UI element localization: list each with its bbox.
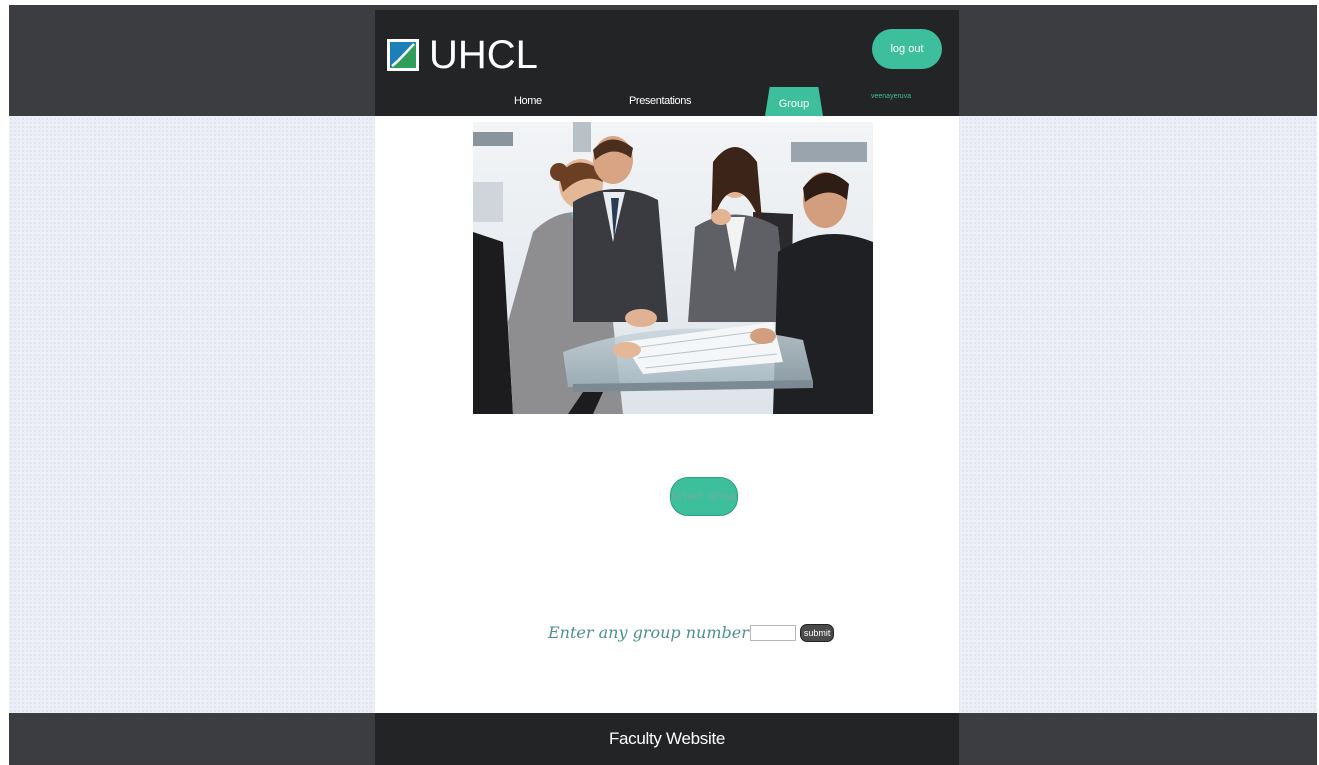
- group-number-prompt: Enter any group number: [548, 623, 749, 642]
- select-group-button[interactable]: Select Group: [670, 477, 738, 516]
- username-link[interactable]: veenayeruva: [871, 93, 911, 100]
- browser-viewport: UHCL log out Home Presentations Group ve…: [9, 5, 1317, 765]
- footer-text: Faculty Website: [608, 729, 726, 748]
- brand-name: UHCL: [429, 33, 538, 77]
- page-container: UHCL log out Home Presentations Group ve…: [375, 10, 959, 765]
- business-meeting-photo: [473, 122, 873, 414]
- nav-group-tab[interactable]: Group: [765, 87, 823, 116]
- submit-button[interactable]: submit: [799, 623, 835, 642]
- uhcl-logo[interactable]: UHCL: [387, 32, 538, 78]
- nav-presentations[interactable]: Presentations: [629, 95, 691, 107]
- nav-group-label: Group: [778, 97, 810, 110]
- logout-button[interactable]: log out: [872, 29, 942, 69]
- group-number-input[interactable]: [749, 624, 796, 641]
- site-header: UHCL log out Home Presentations Group ve…: [375, 10, 959, 116]
- nav-home[interactable]: Home: [514, 95, 542, 107]
- uhcl-logo-icon: [387, 39, 419, 71]
- group-number-form: Enter any group number submit: [548, 623, 835, 642]
- site-footer: Faculty Website: [375, 713, 959, 765]
